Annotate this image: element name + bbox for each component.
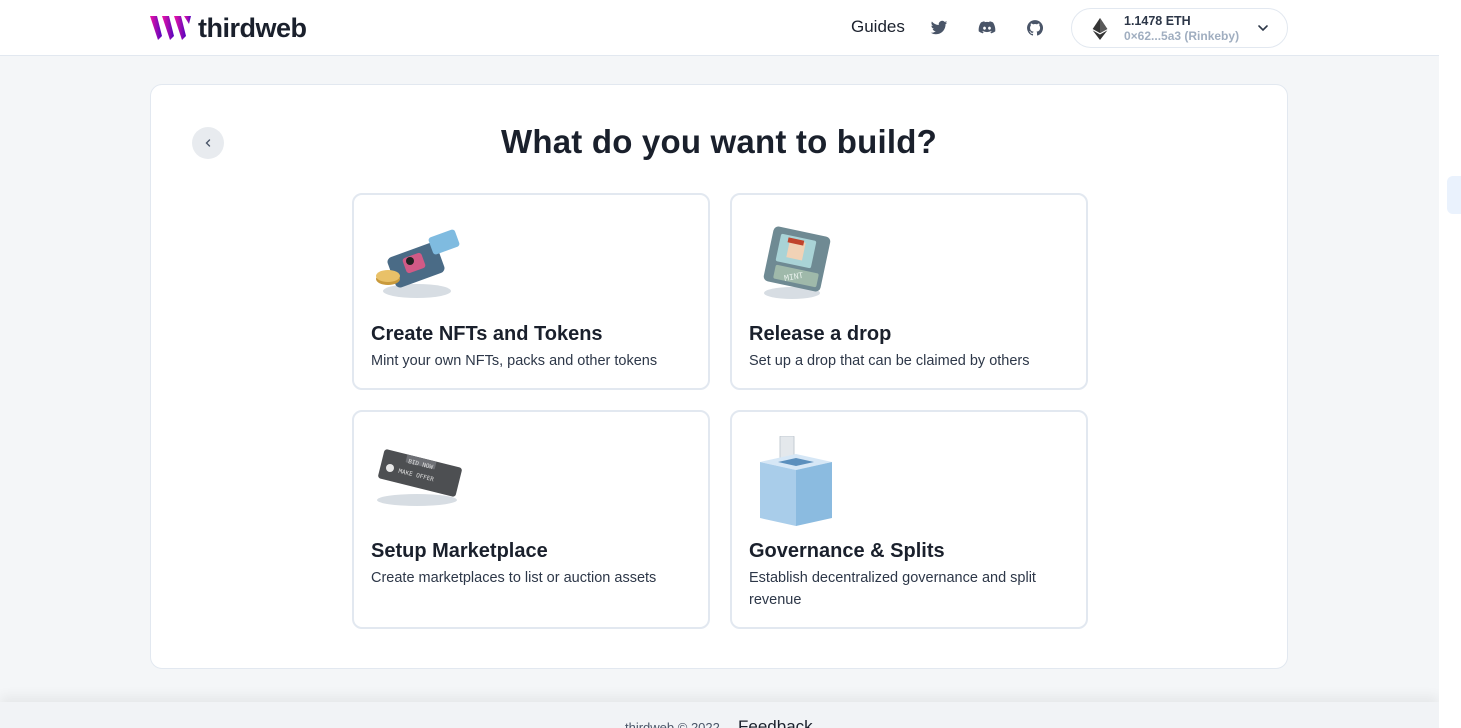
option-description: Mint your own NFTs, packs and other toke… — [371, 353, 658, 369]
option-title: Governance & Splits — [749, 540, 945, 562]
option-title: Release a drop — [749, 323, 892, 345]
nft-tokens-illustration-icon — [376, 229, 460, 298]
feedback-link[interactable]: Feedback — [738, 717, 813, 728]
build-options-card: What do you want to build? Create NFTs a… — [150, 84, 1288, 669]
side-tab[interactable] — [1447, 176, 1461, 214]
brand-name: thirdweb — [198, 12, 307, 43]
page-title: What do you want to build? — [501, 123, 937, 160]
marketplace-illustration-icon: BID NOW MAKE OFFER — [377, 449, 462, 506]
option-description: Set up a drop that can be claimed by oth… — [749, 353, 1030, 369]
option-create-nfts[interactable]: Create NFTs and Tokens Mint your own NFT… — [352, 193, 710, 390]
thirdweb-logo[interactable]: thirdweb — [150, 12, 307, 43]
right-edge-strip — [1439, 0, 1461, 728]
option-title: Create NFTs and Tokens — [371, 323, 603, 345]
option-title: Setup Marketplace — [371, 540, 548, 562]
option-release-drop[interactable]: MINT Release a drop Set up a drop that c… — [730, 193, 1088, 390]
guides-link[interactable]: Guides — [851, 17, 905, 37]
top-header: thirdweb Guides 1.1478 ETH 0×62...5a3 (R… — [0, 0, 1439, 56]
wallet-address: 0×62...5a3 (Rinkeby) — [1124, 29, 1240, 43]
discord-icon[interactable] — [977, 18, 997, 38]
ballot-box-illustration-icon — [760, 436, 832, 526]
option-description: Create marketplaces to list or auction a… — [371, 570, 657, 586]
ethereum-icon — [1092, 18, 1108, 40]
option-setup-marketplace[interactable]: BID NOW MAKE OFFER Setup Marketplace Cre… — [352, 410, 710, 629]
wallet-button[interactable]: 1.1478 ETH 0×62...5a3 (Rinkeby) — [1071, 8, 1288, 48]
wallet-balance: 1.1478 ETH — [1124, 14, 1191, 28]
option-governance-splits[interactable]: Governance & Splits Establish decentrali… — [730, 410, 1088, 629]
thirdweb-logo-mark-icon — [150, 16, 191, 40]
option-description: Establish decentralized governance and s… — [749, 570, 1036, 608]
twitter-icon[interactable] — [929, 18, 949, 38]
footer-copyright: thirdweb © 2022 — [625, 720, 720, 728]
page-footer: thirdweb © 2022 Feedback — [0, 702, 1439, 728]
chevron-down-icon — [1258, 25, 1268, 32]
mint-card-illustration-icon: MINT — [763, 226, 831, 299]
github-icon[interactable] — [1025, 18, 1045, 38]
